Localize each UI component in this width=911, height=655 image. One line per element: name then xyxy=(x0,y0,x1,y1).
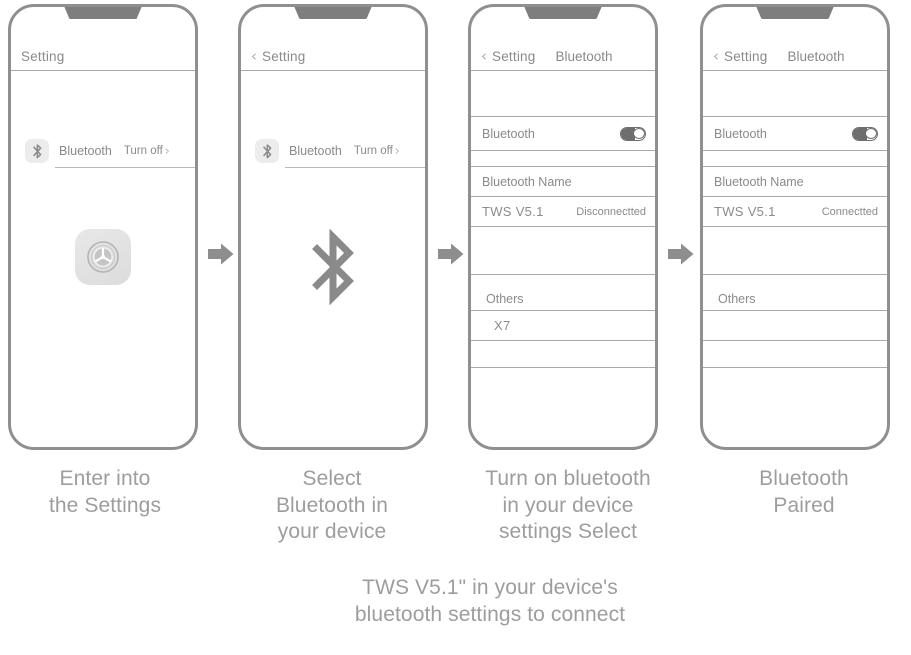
phone-screen-3: ‹ Setting Bluetooth Bluetooth Bluetooth … xyxy=(471,7,655,447)
toggle-switch-on-icon[interactable] xyxy=(620,126,646,141)
screen3-settings-list: Bluetooth Bluetooth Name TWS V5.1 Discon… xyxy=(471,71,655,412)
arrow-right-icon-2 xyxy=(438,243,464,265)
list-row-blank xyxy=(471,227,655,275)
device-status-badge: Connectted xyxy=(821,205,878,218)
caption-step-4: Bluetooth Paired xyxy=(759,467,849,517)
bluetooth-icon xyxy=(25,139,49,163)
chevron-right-icon: › xyxy=(164,143,171,159)
list-row-others-header: Others xyxy=(471,275,655,311)
screen3-header-title: Setting xyxy=(492,49,536,64)
list-row-blank xyxy=(471,71,655,117)
list-row-blank xyxy=(703,311,887,341)
screen1-bluetooth-row[interactable]: Bluetooth Turn off › xyxy=(11,135,195,167)
screen2-bluetooth-label: Bluetooth xyxy=(289,144,342,158)
list-row-blank xyxy=(703,151,887,167)
list-row-bluetooth-toggle[interactable]: Bluetooth xyxy=(471,117,655,151)
list-row-blank xyxy=(703,227,887,275)
settings-gear-icon[interactable] xyxy=(75,229,131,285)
screen1-art xyxy=(11,229,195,349)
list-row-bluetooth-name: Bluetooth Name xyxy=(703,167,887,197)
list-row-blank xyxy=(703,71,887,117)
phone-mockup-1: Setting Bluetooth Turn off › xyxy=(8,4,198,450)
tutorial-diagram: Setting Bluetooth Turn off › ‹ Setting B… xyxy=(0,0,911,655)
bluetooth-toggle-label: Bluetooth xyxy=(482,126,535,141)
toggle-switch-on-icon[interactable] xyxy=(852,126,878,141)
screen1-header-title: Setting xyxy=(21,49,65,64)
list-row-blank xyxy=(471,368,655,412)
arrow-right-icon-3 xyxy=(668,243,694,265)
others-section-label: Others xyxy=(486,292,524,306)
list-row-blank xyxy=(471,151,655,167)
screen2-bluetooth-row[interactable]: Bluetooth Turn off › xyxy=(241,135,425,167)
screen4-header-subtitle: Bluetooth xyxy=(787,49,845,64)
bluetooth-icon xyxy=(255,139,279,163)
screen2-header-title: Setting xyxy=(262,49,306,64)
bluetooth-name-label: Bluetooth Name xyxy=(714,174,804,189)
device-status-badge: Disconnectted xyxy=(576,205,646,218)
list-row-device-x7[interactable]: X7 xyxy=(471,311,655,341)
list-row-bluetooth-name: Bluetooth Name xyxy=(471,167,655,197)
phone-screen-2: ‹ Setting Bluetooth Turn off › xyxy=(241,7,425,447)
screen2-row-divider xyxy=(285,167,425,168)
arrow-right-icon-1 xyxy=(208,243,234,265)
list-row-blank xyxy=(471,341,655,368)
screen4-header: ‹ Setting Bluetooth xyxy=(703,43,887,71)
device-name: TWS V5.1 xyxy=(714,204,776,219)
screen4-settings-list: Bluetooth Bluetooth Name TWS V5.1 Connec… xyxy=(703,71,887,412)
screen2-bluetooth-action[interactable]: Turn off xyxy=(354,145,393,157)
caption-step-3: Turn on bluetooth in your device setting… xyxy=(485,467,651,544)
bluetooth-toggle-label: Bluetooth xyxy=(714,126,767,141)
bluetooth-logo-icon xyxy=(307,228,359,310)
screen2-art xyxy=(241,228,425,349)
caption-step-1: Enter into the Settings xyxy=(48,467,162,517)
chevron-left-icon[interactable]: ‹ xyxy=(251,49,257,64)
screen1-header: Setting xyxy=(11,43,195,71)
phone-mockup-3: ‹ Setting Bluetooth Bluetooth Bluetooth … xyxy=(468,4,658,450)
screen1-bluetooth-action[interactable]: Turn off xyxy=(124,145,163,157)
others-section-label: Others xyxy=(718,292,756,306)
screen1-bluetooth-label: Bluetooth xyxy=(59,144,112,158)
phone-mockup-2: ‹ Setting Bluetooth Turn off › xyxy=(238,4,428,450)
phone-screen-4: ‹ Setting Bluetooth Bluetooth Bluetooth … xyxy=(703,7,887,447)
chevron-left-icon[interactable]: ‹ xyxy=(481,49,487,64)
list-row-others-header: Others xyxy=(703,275,887,311)
list-row-blank xyxy=(703,341,887,368)
list-row-blank xyxy=(703,368,887,412)
phone-screen-1: Setting Bluetooth Turn off › xyxy=(11,7,195,447)
screen3-header-subtitle: Bluetooth xyxy=(555,49,613,64)
screen2-header: ‹ Setting xyxy=(241,43,425,71)
caption-step-2: Select Bluetooth in your device xyxy=(275,467,389,544)
screen4-header-title: Setting xyxy=(724,49,768,64)
screen1-row-divider xyxy=(55,167,195,168)
caption-footer: TWS V5.1" in your device's bluetooth set… xyxy=(354,576,626,626)
chevron-right-icon: › xyxy=(394,143,401,159)
device-name: TWS V5.1 xyxy=(482,204,544,219)
chevron-left-icon[interactable]: ‹ xyxy=(713,49,719,64)
list-row-bluetooth-toggle[interactable]: Bluetooth xyxy=(703,117,887,151)
phone-mockup-4: ‹ Setting Bluetooth Bluetooth Bluetooth … xyxy=(700,4,890,450)
bluetooth-name-label: Bluetooth Name xyxy=(482,174,572,189)
list-row-device-tws[interactable]: TWS V5.1 Disconnectted xyxy=(471,197,655,227)
device-name: X7 xyxy=(494,318,511,333)
list-row-device-tws[interactable]: TWS V5.1 Connectted xyxy=(703,197,887,227)
screen3-header: ‹ Setting Bluetooth xyxy=(471,43,655,71)
